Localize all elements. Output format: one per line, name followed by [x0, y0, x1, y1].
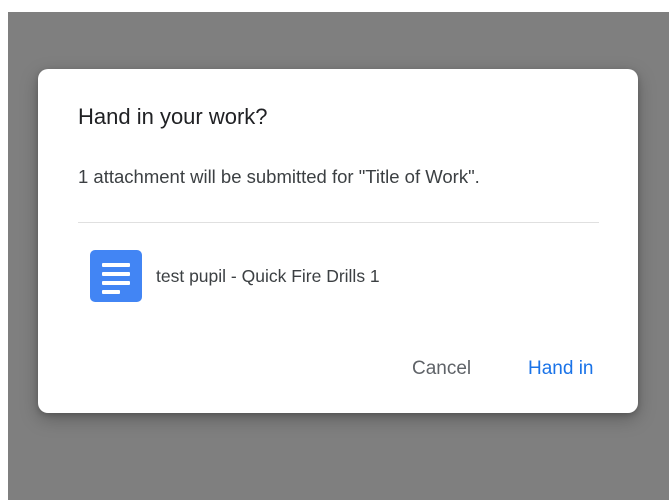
- divider: [78, 222, 599, 223]
- dialog-message: 1 attachment will be submitted for "Titl…: [78, 166, 480, 187]
- hand-in-button[interactable]: Hand in: [522, 353, 600, 385]
- dialog-title: Hand in your work?: [78, 104, 268, 129]
- attachment-item[interactable]: test pupil - Quick Fire Drills 1: [90, 249, 380, 303]
- cancel-button[interactable]: Cancel: [406, 353, 477, 385]
- google-docs-icon: [90, 250, 142, 302]
- hand-in-dialog: Hand in your work? 1 attachment will be …: [38, 69, 638, 413]
- attachment-name: test pupil - Quick Fire Drills 1: [156, 265, 380, 286]
